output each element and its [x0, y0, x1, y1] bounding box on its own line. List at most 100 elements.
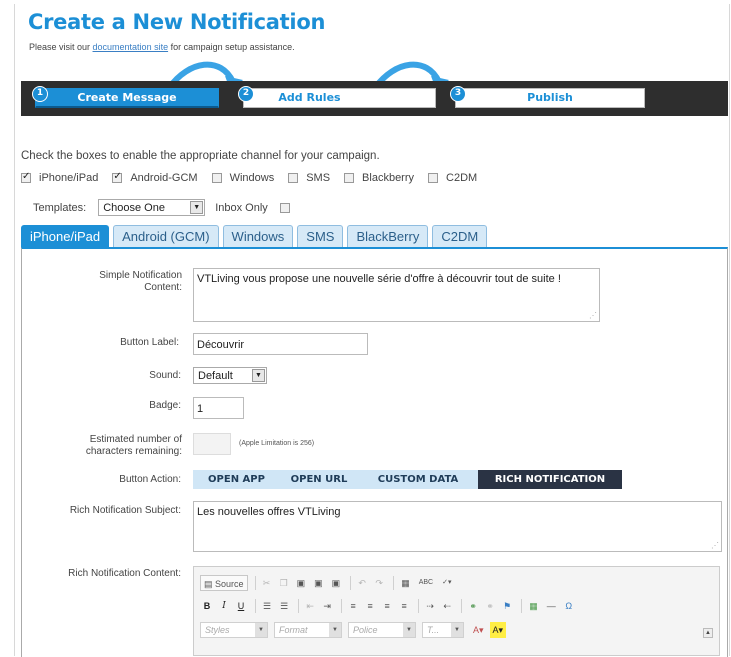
resize-grip-icon[interactable]: ⋰	[711, 541, 719, 550]
simple-content-label: Simple Notification Content:	[99, 270, 182, 293]
bold-button[interactable]: B	[200, 598, 214, 614]
undo-icon[interactable]: ↶	[355, 575, 369, 591]
justify-icon[interactable]: ≡	[397, 598, 411, 614]
editor-toolbar-row-1: ▤ Source ✂ ❐ ▣ ▣ ▣ ↶ ↷ ▦ ABC ✓▾	[200, 574, 458, 592]
spellcheck-as-you-type-icon[interactable]: ✓▾	[439, 575, 454, 591]
badge-input[interactable]: 1	[193, 397, 244, 419]
paste-word-icon[interactable]: ▣	[329, 575, 344, 591]
align-right-icon[interactable]: ≡	[380, 598, 394, 614]
text-direction-ltr-icon[interactable]: ⇢	[423, 598, 437, 614]
sound-select[interactable]: Default ▼	[193, 367, 267, 384]
spellcheck-icon[interactable]: ABC	[416, 575, 436, 591]
channel-label-c2dm: C2DM	[446, 172, 478, 184]
anchor-icon[interactable]: ⚑	[500, 598, 514, 614]
styles-select[interactable]: Styles ▼	[200, 622, 268, 638]
step-label-publish: Publish	[527, 91, 573, 104]
checkbox-android-gcm[interactable]	[112, 171, 123, 183]
copy-icon[interactable]: ❐	[277, 575, 291, 591]
checkbox-inbox-only[interactable]	[279, 202, 290, 213]
font-placeholder: Police	[353, 625, 378, 635]
channel-checkboxes: iPhone/iPad Android-GCM Windows SMS Blac…	[21, 171, 491, 184]
button-label-input[interactable]: Découvrir	[193, 333, 368, 355]
find-icon[interactable]: ▦	[398, 575, 413, 591]
background-color-icon[interactable]: A▾	[489, 622, 507, 638]
indent-icon[interactable]: ⇥	[320, 598, 334, 614]
toolbar-divider	[393, 576, 395, 590]
rich-content-label: Rich Notification Content:	[68, 568, 181, 579]
outdent-icon[interactable]: ⇤	[303, 598, 317, 614]
rich-text-editor: ▤ Source ✂ ❐ ▣ ▣ ▣ ↶ ↷ ▦ ABC ✓▾ B I U ☰ …	[193, 566, 720, 656]
bulleted-list-icon[interactable]: ☰	[277, 598, 291, 614]
size-select[interactable]: T... ▼	[422, 622, 464, 638]
checkbox-iphone-ipad[interactable]	[21, 171, 31, 183]
wizard-step-create-message[interactable]: 1 Create Message	[32, 86, 219, 108]
step-label-add-rules: Add Rules	[278, 91, 341, 104]
checkbox-c2dm[interactable]	[428, 173, 439, 183]
chevron-down-icon: ▼	[403, 623, 415, 637]
checkbox-blackberry[interactable]	[344, 173, 355, 183]
button-action-label: Button Action:	[119, 474, 181, 485]
text-color-icon[interactable]: A▾	[470, 622, 487, 638]
wizard-step-publish[interactable]: 3 Publish	[450, 86, 645, 108]
unlink-icon[interactable]: ⚭	[483, 598, 497, 614]
step-label-create-message: Create Message	[77, 91, 177, 104]
source-button[interactable]: ▤ Source	[200, 575, 248, 591]
templates-row: Templates: Choose One ▼ Inbox Only	[33, 199, 298, 216]
source-icon: ▤	[204, 579, 213, 589]
font-select[interactable]: Police ▼	[348, 622, 416, 638]
tab-blackberry[interactable]: BlackBerry	[347, 225, 429, 247]
tab-sms[interactable]: SMS	[297, 225, 344, 247]
templates-select[interactable]: Choose One ▼	[98, 199, 206, 216]
wizard-step-add-rules[interactable]: 2 Add Rules	[238, 86, 436, 108]
align-left-icon[interactable]: ≡	[346, 598, 360, 614]
action-open-url-button[interactable]: OPEN URL	[280, 470, 358, 489]
tab-c2dm[interactable]: C2DM	[432, 225, 488, 247]
channel-instruction: Check the boxes to enable the appropriat…	[21, 150, 380, 162]
numbered-list-icon[interactable]: ☰	[260, 598, 274, 614]
page-title: Create a New Notification	[28, 10, 326, 34]
rich-subject-textarea[interactable]: Les nouvelles offres VTLiving ⋰	[193, 501, 722, 552]
underline-button[interactable]: U	[234, 598, 248, 614]
italic-button[interactable]: I	[217, 598, 231, 614]
checkbox-sms[interactable]	[288, 173, 299, 183]
link-icon[interactable]: ⚭	[466, 598, 480, 614]
tab-android-gcm[interactable]: Android (GCM)	[113, 225, 219, 247]
channel-label-windows: Windows	[229, 172, 275, 184]
size-placeholder: T...	[427, 625, 440, 635]
special-char-icon[interactable]: Ω	[562, 598, 576, 614]
sound-label: Sound:	[149, 370, 181, 381]
editor-toolbar-row-2: B I U ☰ ☰ ⇤ ⇥ ≡ ≡ ≡ ≡ ⇢ ⇠ ⚭ ⚭ ⚑ ▦ ― Ω	[200, 597, 579, 615]
align-center-icon[interactable]: ≡	[363, 598, 377, 614]
channel-label-sms: SMS	[306, 172, 331, 184]
image-icon[interactable]: ▦	[526, 598, 541, 614]
toolbar-divider	[255, 599, 256, 613]
cut-icon[interactable]: ✂	[260, 575, 274, 591]
editor-toolbar-row-3: Styles ▼ Format ▼ Police ▼ T... ▼ A▾ A▾	[200, 621, 509, 639]
toolbar-divider	[341, 599, 343, 613]
rich-subject-value: Les nouvelles offres VTLiving	[197, 506, 341, 518]
tab-iphone-ipad[interactable]: iPhone/iPad	[21, 225, 110, 247]
text-direction-rtl-icon[interactable]: ⇠	[440, 598, 454, 614]
sound-selected-value: Default	[198, 369, 233, 382]
toolbar-divider	[350, 576, 352, 590]
simple-content-textarea[interactable]: VTLiving vous propose une nouvelle série…	[193, 268, 600, 322]
scroll-down-icon[interactable]: ▲	[703, 628, 713, 638]
action-custom-data-button[interactable]: CUSTOM DATA	[358, 470, 478, 489]
format-select[interactable]: Format ▼	[274, 622, 342, 638]
action-open-app-button[interactable]: OPEN APP	[193, 470, 280, 489]
resize-grip-icon[interactable]: ⋰	[589, 311, 597, 320]
checkbox-windows[interactable]	[211, 173, 222, 183]
channel-label-blackberry: Blackberry	[362, 172, 415, 184]
horizontal-rule-icon[interactable]: ―	[544, 598, 559, 614]
paste-icon[interactable]: ▣	[294, 575, 309, 591]
documentation-link[interactable]: documentation site	[93, 42, 169, 52]
chars-remaining-field	[193, 433, 231, 455]
chars-remaining-label: Estimated number of characters remaining…	[85, 434, 182, 457]
redo-icon[interactable]: ↷	[372, 575, 386, 591]
action-rich-notification-button[interactable]: RICH NOTIFICATION	[478, 470, 622, 489]
channel-label-iphone-ipad: iPhone/iPad	[39, 172, 99, 184]
paste-text-icon[interactable]: ▣	[311, 575, 326, 591]
simple-content-value: VTLiving vous propose une nouvelle série…	[197, 273, 561, 285]
tab-windows[interactable]: Windows	[222, 225, 294, 247]
apple-limitation-note: (Apple Limitation is 256)	[239, 440, 315, 447]
